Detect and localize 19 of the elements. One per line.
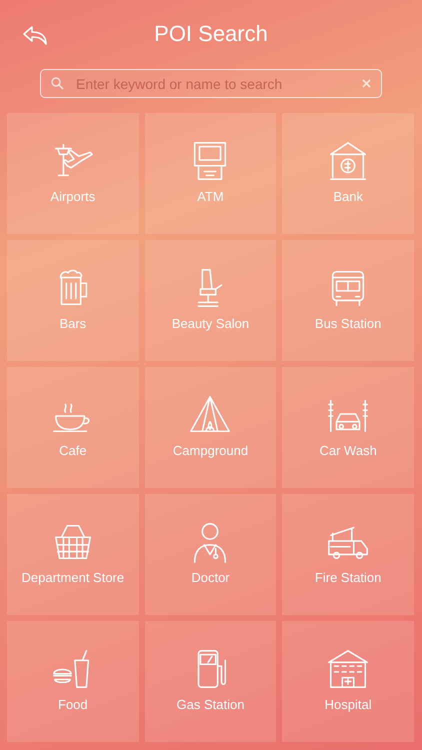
category-tile[interactable]: ATM — [144, 113, 276, 234]
category-tile[interactable]: Food — [7, 621, 139, 742]
category-tile[interactable]: Bank — [282, 113, 414, 234]
category-tile[interactable]: Beauty Salon — [144, 240, 276, 361]
search-icon — [51, 77, 64, 90]
category-tile[interactable]: Department Store — [7, 494, 139, 615]
category-tile[interactable]: Car Wash — [282, 367, 414, 488]
screen-title: POI Search — [154, 21, 268, 47]
clear-icon[interactable] — [362, 79, 371, 88]
category-tile[interactable]: Cafe — [7, 367, 139, 488]
category-tile[interactable]: Bus Station — [282, 240, 414, 361]
category-tile[interactable]: Fire Station — [282, 494, 414, 615]
category-tile[interactable]: Hospital — [282, 621, 414, 742]
category-tile[interactable]: Campground — [144, 367, 276, 488]
category-tile[interactable]: Doctor — [144, 494, 276, 615]
category-tile[interactable]: Bars — [7, 240, 139, 361]
back-arrow-icon — [22, 25, 48, 45]
category-tile[interactable]: Airports — [7, 113, 139, 234]
category-tile[interactable]: Gas Station — [144, 621, 276, 742]
